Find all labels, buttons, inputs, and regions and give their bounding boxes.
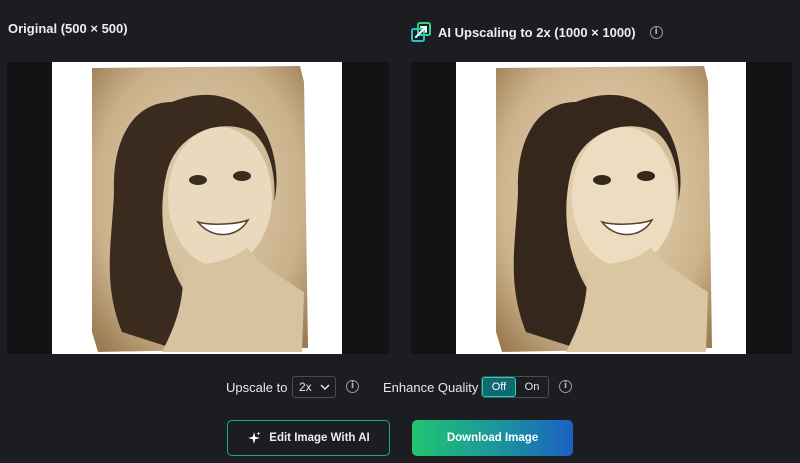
toggle-on-option[interactable]: On: [516, 377, 548, 397]
original-title-text: Original (500 × 500): [8, 21, 128, 36]
upscale-label: Upscale to: [226, 380, 288, 395]
download-image-button[interactable]: Download Image: [412, 420, 573, 456]
upscale-select-value: 2x: [299, 380, 312, 394]
upscaled-image-frame: [411, 62, 792, 354]
info-icon[interactable]: i: [649, 25, 663, 39]
upscale-arrows-icon: [411, 22, 431, 42]
upscaled-title: AI Upscaling to 2x (1000 × 1000) i: [410, 21, 663, 43]
upscale-info-icon[interactable]: i: [346, 380, 359, 393]
original-image: [52, 62, 342, 354]
enhance-info-icon[interactable]: i: [559, 380, 572, 393]
sparkle-icon: [248, 431, 261, 444]
original-title: Original (500 × 500): [8, 21, 128, 36]
upscale-select[interactable]: 2x: [292, 376, 336, 398]
enhance-quality-label: Enhance Quality: [383, 380, 479, 395]
download-button-label: Download Image: [446, 432, 539, 444]
edit-image-with-ai-button[interactable]: Edit Image With AI: [227, 420, 390, 456]
original-image-frame: [7, 62, 389, 354]
upscaled-image: [456, 62, 746, 354]
toggle-off-option[interactable]: Off: [482, 377, 516, 397]
edit-button-label: Edit Image With AI: [269, 432, 370, 444]
enhance-quality-toggle[interactable]: Off On: [481, 376, 549, 398]
upscaled-title-text: AI Upscaling to 2x (1000 × 1000): [438, 24, 636, 40]
chevron-down-icon: [320, 384, 330, 391]
controls-bar: Upscale to 2x i Enhance Quality Off On i: [0, 376, 800, 400]
